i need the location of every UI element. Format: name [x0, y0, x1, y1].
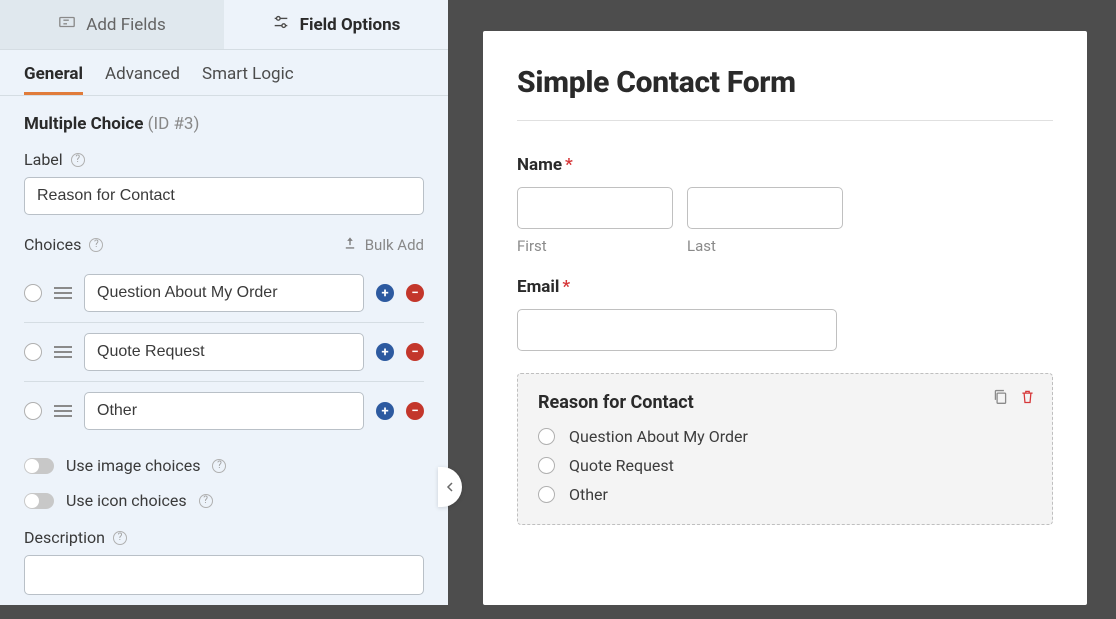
choices-header: Choices ? Bulk Add: [24, 235, 424, 254]
choice-default-radio[interactable]: [24, 402, 42, 420]
image-choices-toggle-row: Use image choices ?: [24, 456, 424, 475]
reason-option-label: Quote Request: [569, 456, 674, 475]
top-tabs: Add Fields Field Options: [0, 0, 448, 50]
icon-choices-toggle-row: Use icon choices ?: [24, 491, 424, 510]
label-input[interactable]: [24, 177, 424, 215]
reason-field-selected[interactable]: Reason for Contact Question About My Ord…: [517, 373, 1053, 525]
tab-add-fields-label: Add Fields: [86, 15, 166, 35]
field-id: (ID #3): [148, 114, 200, 134]
choice-default-radio[interactable]: [24, 343, 42, 361]
sub-tab-advanced[interactable]: Advanced: [105, 64, 180, 95]
description-caption-row: Description ?: [24, 528, 424, 547]
last-name-input[interactable]: [687, 187, 843, 229]
email-input[interactable]: [517, 309, 837, 351]
sliders-icon: [272, 13, 290, 36]
label-caption-row: Label ?: [24, 150, 424, 169]
icon-choices-label: Use icon choices: [66, 491, 187, 510]
remove-choice-button[interactable]: −: [406, 402, 424, 420]
email-label: Email*: [517, 277, 1053, 297]
field-title: Multiple Choice (ID #3): [24, 114, 424, 134]
help-icon[interactable]: ?: [71, 153, 85, 167]
help-icon[interactable]: ?: [199, 494, 213, 508]
required-asterisk: *: [562, 277, 570, 297]
duplicate-button[interactable]: [992, 388, 1009, 409]
description-input[interactable]: [24, 555, 424, 595]
reason-field-label: Reason for Contact: [538, 392, 1032, 413]
sub-tab-general[interactable]: General: [24, 64, 83, 95]
first-name-sublabel: First: [517, 237, 673, 255]
label-caption: Label: [24, 150, 63, 169]
collapse-sidebar-button[interactable]: [438, 467, 462, 507]
fields-icon: [58, 13, 76, 36]
icon-choices-toggle[interactable]: [24, 493, 54, 509]
options-panel: Multiple Choice (ID #3) Label ? Choices …: [0, 96, 448, 619]
image-choices-label: Use image choices: [66, 456, 200, 475]
drag-handle-icon[interactable]: [54, 405, 72, 417]
reason-option[interactable]: Other: [538, 485, 1032, 504]
copy-icon: [992, 388, 1009, 405]
remove-choice-button[interactable]: −: [406, 284, 424, 302]
remove-choice-button[interactable]: −: [406, 343, 424, 361]
field-actions: [992, 388, 1036, 409]
delete-button[interactable]: [1019, 388, 1036, 409]
help-icon[interactable]: ?: [113, 531, 127, 545]
first-name-input[interactable]: [517, 187, 673, 229]
choice-default-radio[interactable]: [24, 284, 42, 302]
sub-tabs: General Advanced Smart Logic: [0, 50, 448, 96]
reason-option[interactable]: Question About My Order: [538, 427, 1032, 446]
divider: [517, 120, 1053, 121]
choice-row: + −: [24, 322, 424, 381]
description-caption: Description: [24, 528, 105, 547]
tab-add-fields[interactable]: Add Fields: [0, 0, 224, 49]
required-asterisk: *: [565, 155, 573, 175]
sub-tab-smart-logic[interactable]: Smart Logic: [202, 64, 294, 95]
reason-option[interactable]: Quote Request: [538, 456, 1032, 475]
last-name-sublabel: Last: [687, 237, 843, 255]
drag-handle-icon[interactable]: [54, 346, 72, 358]
tab-field-options[interactable]: Field Options: [224, 0, 448, 49]
help-icon[interactable]: ?: [212, 459, 226, 473]
reason-option-label: Other: [569, 485, 608, 504]
choice-input[interactable]: [84, 274, 364, 312]
field-type-label: Multiple Choice: [24, 114, 143, 134]
trash-icon: [1019, 388, 1036, 405]
drag-handle-icon[interactable]: [54, 287, 72, 299]
choices-caption: Choices: [24, 235, 81, 254]
sidebar: Add Fields Field Options General Advance…: [0, 0, 448, 605]
name-label: Name*: [517, 155, 1053, 175]
radio-icon: [538, 486, 555, 503]
upload-icon: [343, 236, 357, 254]
radio-icon: [538, 428, 555, 445]
add-choice-button[interactable]: +: [376, 402, 394, 420]
bulk-add-button[interactable]: Bulk Add: [343, 236, 424, 254]
add-choice-button[interactable]: +: [376, 343, 394, 361]
choice-row: + −: [24, 264, 424, 322]
chevron-left-icon: [445, 482, 455, 492]
choice-row: + −: [24, 381, 424, 440]
choice-input[interactable]: [84, 333, 364, 371]
reason-option-label: Question About My Order: [569, 427, 748, 446]
tab-field-options-label: Field Options: [300, 15, 401, 35]
name-row: First Last: [517, 187, 1053, 255]
image-choices-toggle[interactable]: [24, 458, 54, 474]
help-icon[interactable]: ?: [89, 238, 103, 252]
form-preview: Simple Contact Form Name* First Last Ema…: [483, 31, 1087, 605]
bulk-add-label: Bulk Add: [365, 236, 424, 254]
form-title: Simple Contact Form: [517, 65, 1053, 100]
choice-input[interactable]: [84, 392, 364, 430]
add-choice-button[interactable]: +: [376, 284, 394, 302]
radio-icon: [538, 457, 555, 474]
